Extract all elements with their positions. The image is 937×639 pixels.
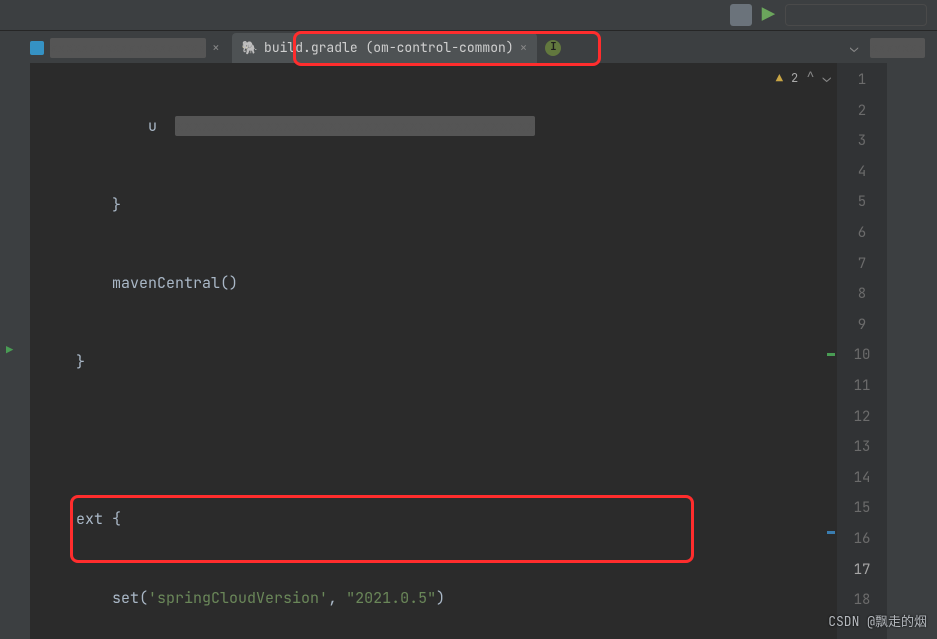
code-editor[interactable]: ▲ 2 ^ ⌄ u xxxxxxxxxxxxxxxxxxxxxxxxxxxxxx… bbox=[30, 63, 837, 639]
tab-label-redacted: xxxxxxx bbox=[870, 38, 925, 59]
line-number-gutter: 1 2 3 4 5 6 7 8 9 10 11 12 13 14 15 16 1… bbox=[837, 63, 887, 639]
code-text: mavenCentral bbox=[112, 273, 220, 293]
line-number: 2 bbox=[837, 96, 887, 127]
line-number: 9 bbox=[837, 310, 887, 341]
tab-3[interactable]: I bbox=[539, 33, 567, 63]
line-number: 12 bbox=[837, 402, 887, 433]
editor-tabs: xxxxxxxxxxxxxxxxxxxx × 🐘 build.gradle (o… bbox=[0, 31, 937, 63]
line-number: 7 bbox=[837, 249, 887, 280]
warning-icon: ▲ bbox=[776, 69, 783, 88]
chevron-down-icon[interactable]: ⌄ bbox=[850, 37, 858, 59]
run-gutter-icon[interactable]: ▶ bbox=[6, 341, 13, 360]
inspection-widget[interactable]: ▲ 2 ^ ⌄ bbox=[776, 67, 831, 89]
line-number: 11 bbox=[837, 371, 887, 402]
code-text: "2021.0.5" bbox=[346, 588, 436, 608]
left-gutter: ▶ bbox=[0, 63, 30, 639]
code-text: ) bbox=[436, 588, 445, 608]
line-number: 6 bbox=[837, 218, 887, 249]
code-text: { bbox=[103, 509, 121, 529]
info-icon: I bbox=[545, 40, 561, 56]
code-text: set bbox=[112, 588, 139, 608]
line-number: 18 bbox=[837, 585, 887, 616]
warning-count: 2 bbox=[791, 69, 798, 88]
line-number: 17 bbox=[837, 555, 887, 586]
scroll-markers bbox=[825, 63, 837, 639]
toolbar: ▶ bbox=[0, 0, 937, 31]
code-text: , bbox=[328, 588, 346, 608]
code-text: } bbox=[112, 195, 121, 215]
close-icon[interactable]: × bbox=[520, 38, 528, 59]
close-icon[interactable]: × bbox=[212, 38, 220, 59]
line-number: 16 bbox=[837, 524, 887, 555]
line-number: 8 bbox=[837, 279, 887, 310]
tab-label-redacted: xxxxxxxxxxxxxxxxxxxx bbox=[50, 38, 206, 59]
file-icon bbox=[30, 41, 44, 55]
line-number: 1 bbox=[837, 65, 887, 96]
tab-1[interactable]: xxxxxxxxxxxxxxxxxxxx × bbox=[20, 33, 230, 63]
line-number: 15 bbox=[837, 493, 887, 524]
code-text: ext bbox=[76, 509, 103, 529]
line-number: 3 bbox=[837, 126, 887, 157]
code-text: } bbox=[76, 352, 85, 372]
code-text: u bbox=[148, 116, 157, 136]
run-config-selector[interactable] bbox=[785, 4, 927, 26]
chevron-up-icon[interactable]: ^ bbox=[806, 67, 814, 89]
gradle-icon: 🐘 bbox=[242, 38, 258, 59]
code-text: 'springCloudVersion' bbox=[148, 588, 328, 608]
code-text: ( bbox=[139, 588, 148, 608]
run-icon[interactable]: ▶ bbox=[762, 0, 775, 33]
watermark-text: CSDN @飘走的烟 bbox=[828, 612, 927, 633]
line-number: 14 bbox=[837, 463, 887, 494]
user-icon[interactable] bbox=[730, 4, 752, 26]
marker-blue[interactable] bbox=[827, 531, 835, 534]
tab-overflow: ⌄ xxxxxxx bbox=[840, 33, 935, 63]
marker-green[interactable] bbox=[827, 353, 835, 356]
tab-build-gradle[interactable]: 🐘 build.gradle (om-control-common) × bbox=[232, 33, 538, 63]
tab-label: build.gradle (om-control-common) bbox=[264, 38, 514, 59]
line-number: 10 bbox=[837, 340, 887, 371]
code-text: () bbox=[220, 273, 238, 293]
line-number: 5 bbox=[837, 187, 887, 218]
right-sidebar bbox=[887, 63, 937, 639]
line-number: 13 bbox=[837, 432, 887, 463]
line-number: 4 bbox=[837, 157, 887, 188]
